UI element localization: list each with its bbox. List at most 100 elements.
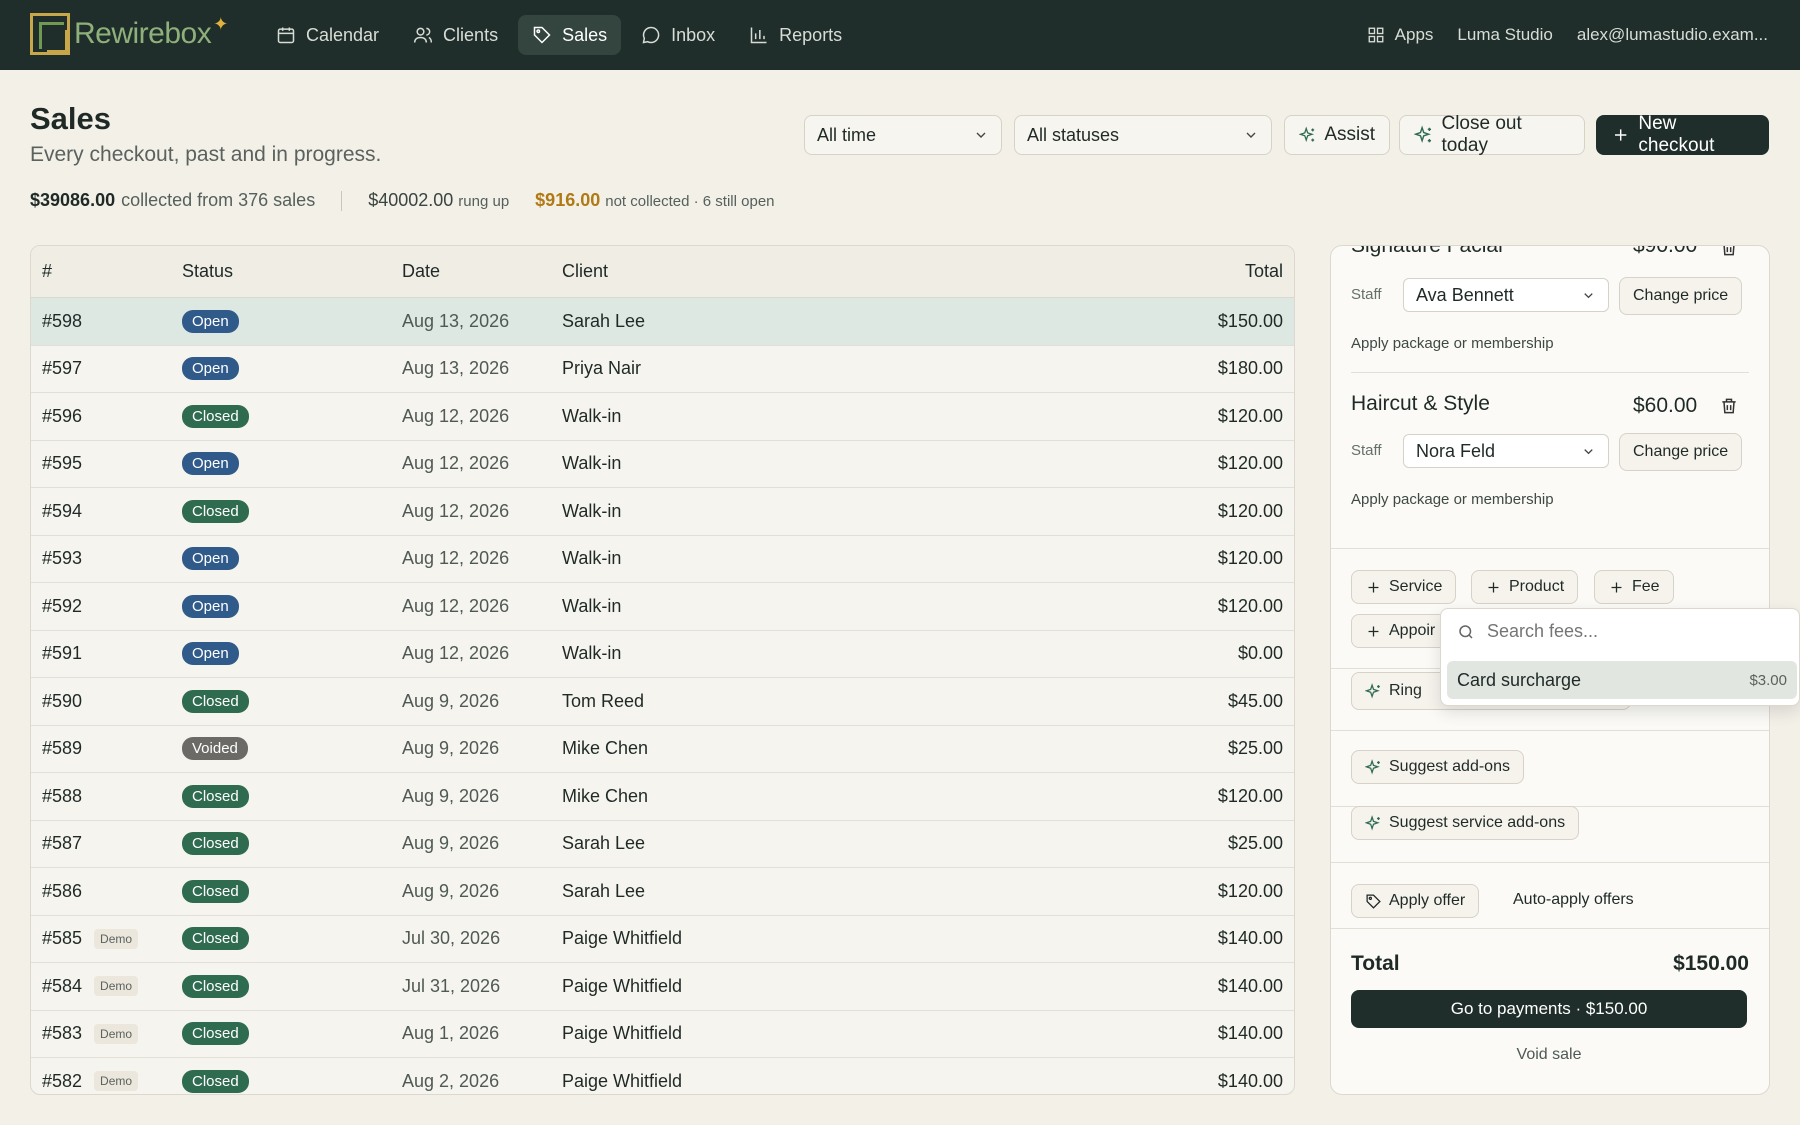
change-price-button[interactable]: Change price [1619,277,1743,315]
suggest-addons-button[interactable]: Suggest add-ons [1351,750,1524,784]
nav-calendar[interactable]: Calendar [262,15,393,55]
table-row[interactable]: #587 Closed Aug 9, 2026 Sarah Lee $25.00 [31,821,1294,868]
col-number[interactable]: # [31,261,171,282]
sale-number-cell: #588 [31,786,171,807]
main-nav: Calendar Clients Sales Inbox Reports [262,15,856,55]
table-row[interactable]: #582 Demo Closed Aug 2, 2026 Paige Whitfield… [31,1058,1294,1094]
col-status[interactable]: Status [171,261,391,282]
status-badge: Closed [182,832,249,856]
status-cell: Voided [171,737,391,761]
divider [1331,862,1769,863]
fee-option-card-surcharge[interactable]: Card surcharge $3.00 [1447,661,1797,699]
nav-label: Clients [443,24,499,45]
plus-icon [1488,582,1499,592]
calendar-icon [277,27,295,44]
sale-number: #595 [42,453,83,474]
table-row[interactable]: #595 Open Aug 12, 2026 Walk-in $120.00 [31,441,1294,488]
status-badge: Open [182,357,239,381]
add-fee-label: Fee [1632,578,1660,595]
date-cell: Aug 12, 2026 [402,595,510,616]
table-row[interactable]: #590 Closed Aug 9, 2026 Tom Reed $45.00 [31,678,1294,726]
auto-apply-offers-toggle[interactable]: Auto-apply offers [1513,891,1634,909]
add-fee-button[interactable]: Fee [1594,570,1674,604]
status-cell: Closed [171,404,391,428]
go-to-payments-button[interactable]: Go to payments · $150.00 [1351,990,1747,1028]
sale-number: #588 [42,785,83,806]
nav-label: Sales [562,24,608,45]
table-row[interactable]: #598 Open Aug 13, 2026 Sarah Lee $150.00 [31,298,1294,346]
date-cell: Aug 13, 2026 [402,358,510,379]
status-badge: Closed [182,879,249,903]
staff-select[interactable]: Ava Bennett [1403,278,1609,312]
table-row[interactable]: #594 Closed Aug 12, 2026 Walk-in $120.00 [31,488,1294,536]
date-cell: Aug 12, 2026 [402,453,510,474]
apps-button[interactable]: Apps [1367,25,1433,45]
client-cell: Priya Nair [562,358,642,379]
table-row[interactable]: #588 Closed Aug 9, 2026 Mike Chen $120.00 [31,773,1294,821]
col-date[interactable]: Date [391,261,551,282]
total-cell: $120.00 [1217,405,1283,426]
add-service-button[interactable]: Service [1351,570,1457,604]
table-row[interactable]: #583 Demo Closed Aug 1, 2026 Paige Whitfield… [31,1011,1294,1058]
nav-inbox[interactable]: Inbox [627,15,729,55]
studio-switcher[interactable]: Luma Studio [1457,25,1552,45]
total-cell: $120.00 [1217,548,1283,569]
service-name: Haircut & Style [1351,392,1490,415]
sparkles-icon [1414,125,1432,143]
nav-reports[interactable]: Reports [735,15,856,55]
apply-offer-button[interactable]: Apply offer [1351,884,1480,918]
table-row[interactable]: #586 Closed Aug 9, 2026 Sarah Lee $120.00 [31,868,1294,916]
sale-number: #587 [42,833,83,854]
add-appointment-button[interactable]: Appoir [1351,614,1450,648]
new-checkout-button[interactable]: New checkout [1596,113,1769,156]
table-row[interactable]: #591 Open Aug 12, 2026 Walk-in $0.00 [31,631,1294,678]
close-out-button[interactable]: Close out today [1399,113,1585,156]
client-cell: Walk-in [562,500,622,521]
table-row[interactable]: #597 Open Aug 13, 2026 Priya Nair $180.00 [31,346,1294,393]
sale-number: #583 [42,1023,83,1044]
service-price: $90.00 [1633,245,1698,257]
status-badge: Closed [182,1022,249,1046]
fee-search-input[interactable] [1487,621,1747,642]
col-client[interactable]: Client [551,261,1094,282]
status-cell: Closed [171,974,391,998]
col-total[interactable]: Total [1094,261,1294,282]
suggest-service-addons-button[interactable]: Suggest service add-ons [1351,806,1580,840]
total-cell: $140.00 [1217,1070,1283,1091]
void-sale-link[interactable]: Void sale [1351,1046,1747,1064]
status-badge: Closed [182,404,249,428]
apply-package-link[interactable]: Apply package or membership [1351,335,1554,352]
rung-amount: $40002.00 [368,190,454,210]
table-row[interactable]: #592 Open Aug 12, 2026 Walk-in $120.00 [31,583,1294,631]
sale-number-cell: #593 [31,548,171,569]
demo-badge: Demo [94,1023,139,1044]
nav-clients[interactable]: Clients [399,15,512,55]
table-row[interactable]: #589 Voided Aug 9, 2026 Mike Chen $25.00 [31,726,1294,773]
change-price-button[interactable]: Change price [1619,433,1743,471]
sale-number-cell: #585 Demo [31,928,171,949]
status-badge: Open [182,642,239,666]
client-cell: Paige Whitfield [562,975,683,996]
client-cell: Paige Whitfield [562,928,683,949]
date-cell: Aug 9, 2026 [402,880,500,901]
time-filter-select[interactable]: All time [804,115,1002,155]
sale-number-cell: #597 [31,358,171,379]
remove-item-button[interactable] [1719,246,1739,263]
total-value: $150.00 [1673,952,1749,975]
apply-package-link[interactable]: Apply package or membership [1351,491,1554,508]
account-menu[interactable]: alex@lumastudio.exam... [1577,25,1768,45]
table-row[interactable]: #593 Open Aug 12, 2026 Walk-in $120.00 [31,536,1294,583]
add-product-button[interactable]: Product [1471,570,1579,604]
staff-select[interactable]: Nora Feld [1403,434,1609,468]
table-row[interactable]: #596 Closed Aug 12, 2026 Walk-in $120.00 [31,393,1294,441]
assist-button[interactable]: Assist [1284,115,1390,155]
table-row[interactable]: #585 Demo Closed Jul 30, 2026 Paige Whitfiel… [31,916,1294,963]
nav-sales[interactable]: Sales [518,15,622,55]
table-row[interactable]: #584 Demo Closed Jul 31, 2026 Paige Whitfiel… [31,963,1294,1011]
remove-item-button[interactable] [1719,396,1739,421]
app-logo[interactable]: Rewirebox ✦ [30,13,228,55]
status-filter-select[interactable]: All statuses [1014,115,1272,155]
not-collected-amount: $916.00 [535,190,601,210]
date-cell: Aug 9, 2026 [402,785,500,806]
client-cell: Walk-in [562,548,622,569]
